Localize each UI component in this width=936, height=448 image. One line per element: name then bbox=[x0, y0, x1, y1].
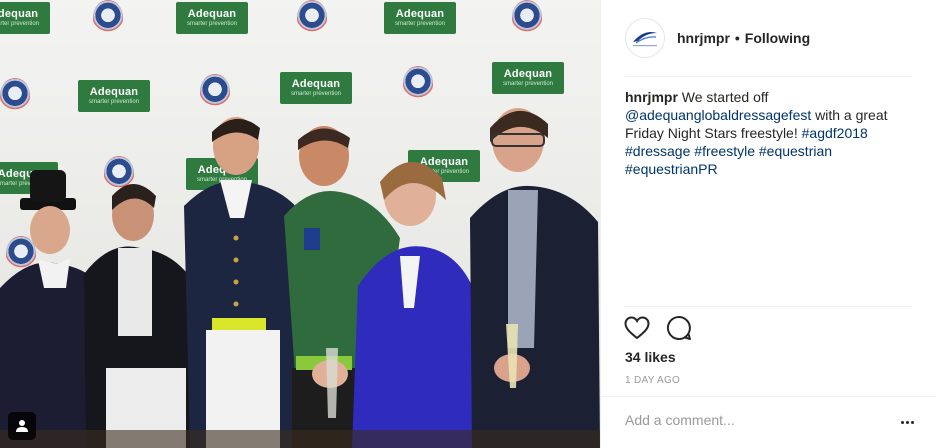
comment-button[interactable] bbox=[665, 314, 693, 342]
post-actions bbox=[623, 314, 693, 342]
header-separator: • bbox=[734, 30, 740, 46]
more-options-icon[interactable] bbox=[897, 414, 917, 430]
caption-text-intro: We started off bbox=[681, 89, 769, 105]
caption-username[interactable]: hnrjmpr bbox=[625, 89, 678, 105]
hashtag-link[interactable]: #equestrian bbox=[759, 143, 832, 159]
brand-logo-icon bbox=[633, 32, 657, 47]
following-button[interactable]: Following bbox=[745, 30, 810, 46]
event-seal-logo bbox=[93, 0, 123, 34]
sponsor-logo: Adequansmarter prevention bbox=[176, 2, 248, 34]
header-username[interactable]: hnrjmpr bbox=[677, 30, 730, 46]
event-seal-logo bbox=[512, 0, 542, 34]
like-button[interactable] bbox=[623, 314, 651, 342]
divider bbox=[601, 396, 936, 397]
person-rider-uniform bbox=[184, 117, 304, 448]
comment-input[interactable] bbox=[625, 412, 875, 428]
post-timestamp[interactable]: 1 DAY AGO bbox=[625, 375, 680, 386]
caption-mention-link[interactable]: @adequanglobaldressagefest bbox=[625, 107, 811, 123]
divider bbox=[625, 306, 912, 307]
post-header: hnrjmpr • Following bbox=[601, 0, 936, 76]
likes-count[interactable]: 34 likes bbox=[625, 349, 676, 365]
person-navy-blazer bbox=[470, 108, 600, 448]
post-window: Adequansmarter prevention Adequansmarter… bbox=[0, 0, 936, 448]
avatar[interactable] bbox=[625, 18, 665, 58]
hashtag-link[interactable]: #equestrianPR bbox=[625, 161, 718, 177]
post-caption: hnrjmpr We started off @adequanglobaldre… bbox=[625, 88, 917, 178]
hashtag-link[interactable]: #dressage bbox=[625, 143, 690, 159]
post-side-panel: hnrjmpr • Following hnrjmpr We started o… bbox=[600, 0, 936, 448]
person-icon bbox=[16, 420, 28, 432]
hashtag-link[interactable]: #freestyle bbox=[694, 143, 755, 159]
group-of-people bbox=[0, 108, 600, 448]
event-seal-logo bbox=[297, 0, 327, 34]
floor-chairs bbox=[0, 430, 600, 448]
sponsor-logo: Adequansmarter prevention bbox=[0, 2, 50, 34]
post-photo[interactable]: Adequansmarter prevention Adequansmarter… bbox=[0, 0, 600, 448]
divider bbox=[625, 76, 912, 77]
tagged-users-button[interactable] bbox=[8, 412, 36, 440]
heart-icon bbox=[624, 316, 650, 340]
person-rider-2 bbox=[84, 184, 198, 448]
sponsor-logo: Adequansmarter prevention bbox=[384, 2, 456, 34]
comment-bubble-icon bbox=[666, 315, 691, 340]
hashtag-link[interactable]: #agdf2018 bbox=[802, 125, 868, 141]
